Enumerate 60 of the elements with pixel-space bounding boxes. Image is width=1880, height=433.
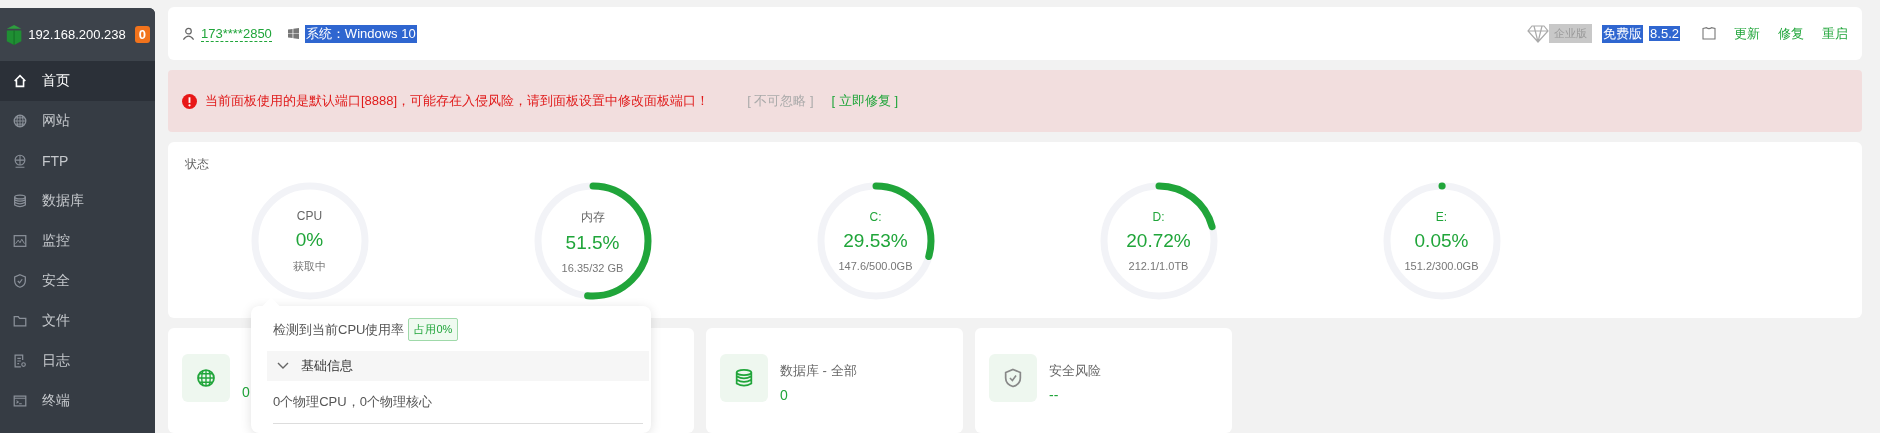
stat-card[interactable]: 数据库 - 全部 0 <box>706 328 963 433</box>
gauge-value: 0.05% <box>1414 230 1469 252</box>
card-value: 0 <box>242 384 250 400</box>
popover-heading: 检测到当前CPU使用率 <box>273 320 405 339</box>
gauge-detail: 147.6/500.0GB <box>838 260 913 272</box>
gauge-value: 20.72% <box>1126 230 1191 252</box>
cpu-info: 0个物理CPU，0个物理核心 <box>273 393 433 411</box>
nav-item[interactable]: 数据库 <box>0 181 155 221</box>
shield-icon <box>12 273 28 289</box>
nav-item[interactable]: 首页 <box>0 61 155 101</box>
globe-icon <box>12 113 28 129</box>
warning-message: 当前面板使用的是默认端口[8888]，可能存在入侵风险，请到面板设置中修改面板端口！ <box>205 92 710 110</box>
nav-item[interactable]: 安全 <box>0 261 155 301</box>
chart-icon <box>12 233 28 249</box>
shield-icon <box>1002 367 1024 389</box>
gauge-detail: 212.1/1.0TB <box>1128 260 1189 272</box>
system-info: 系统：Windows 10 <box>304 24 417 43</box>
card-value: 0 <box>780 387 789 403</box>
windows-icon <box>287 28 299 39</box>
nav-item[interactable]: 终端 <box>0 381 155 421</box>
gauge-label: D: <box>1152 210 1165 224</box>
gauge-value: 0% <box>295 228 324 251</box>
terminal-icon <box>12 393 28 409</box>
section-header[interactable]: 基础信息 <box>267 351 649 381</box>
nav-item[interactable]: 文件 <box>0 301 155 341</box>
home-icon <box>12 73 28 89</box>
chevron-icon <box>277 362 289 370</box>
error-icon <box>182 93 197 109</box>
globe-icon <box>195 367 217 389</box>
section-title: 状态 <box>185 156 209 173</box>
ignore-note: [ 不可忽略 ] <box>747 92 814 110</box>
card-title: 安全风险 <box>1049 362 1101 380</box>
stat-card[interactable]: 安全风险 -- <box>975 328 1232 433</box>
card-value: -- <box>1049 387 1060 403</box>
gauge-value: 29.53% <box>843 230 908 252</box>
gauge-detail: 16.35/32 GB <box>561 261 624 274</box>
version-label: 8.5.2 <box>1649 26 1680 41</box>
usage-badge: 占用0% <box>408 318 459 341</box>
database-icon <box>12 193 28 209</box>
gauge-detail: 获取中 <box>293 258 326 274</box>
card-title: 数据库 - 全部 <box>780 362 857 380</box>
nav-item[interactable]: 网站 <box>0 101 155 141</box>
nav-item[interactable]: FTP <box>0 141 155 181</box>
database-icon <box>733 367 755 389</box>
globe-icon <box>12 153 28 169</box>
gauge-label: C: <box>869 210 882 224</box>
logo-icon <box>5 22 24 47</box>
gauge-label: CPU <box>296 208 323 223</box>
server-address: 192.168.200.238 <box>28 27 126 42</box>
folder-icon <box>12 313 28 329</box>
gauge-detail: 151.2/300.0GB <box>1404 260 1479 272</box>
gauge-value: 51.5% <box>565 231 620 254</box>
document-icon <box>12 353 28 369</box>
gauge-label: E: <box>1435 210 1448 224</box>
nav-item[interactable]: 日志 <box>0 341 155 381</box>
edition-label: 免费版 <box>1602 24 1644 43</box>
nav-item[interactable]: 监控 <box>0 221 155 261</box>
gauge-label: 内存 <box>580 208 605 226</box>
diamond-icon <box>1527 24 1550 43</box>
user-icon <box>182 27 195 40</box>
